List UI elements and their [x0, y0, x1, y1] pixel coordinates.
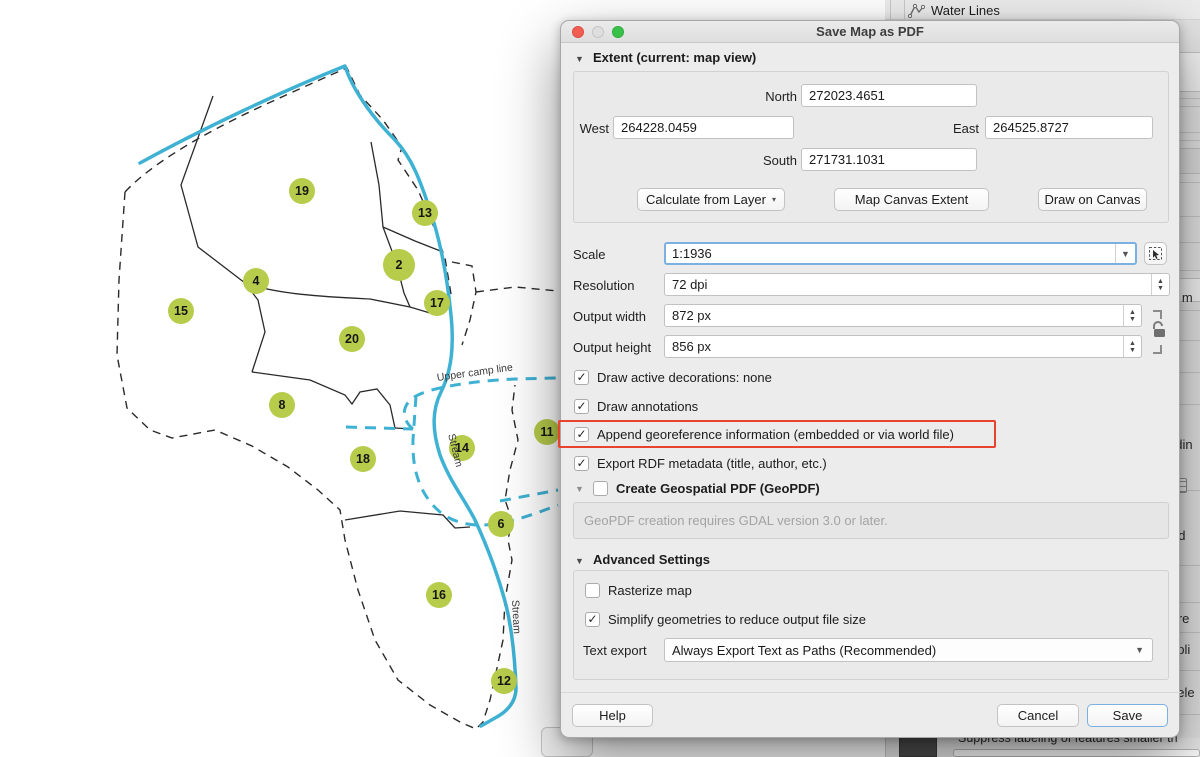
geopdf-note: GeoPDF creation requires GDAL version 3.… — [573, 502, 1169, 539]
checkbox[interactable] — [585, 583, 600, 598]
output-height-value: 856 px — [672, 339, 711, 354]
map-marker-4: 4 — [243, 268, 269, 294]
simplify-checkbox-row[interactable]: ✓ Simplify geometries to reduce output f… — [585, 612, 866, 627]
panel-divider — [904, 0, 905, 20]
east-label: East — [947, 121, 979, 136]
west-input[interactable]: 264228.0459 — [613, 116, 794, 139]
east-input[interactable]: 264525.8727 — [985, 116, 1153, 139]
save-button[interactable]: Save — [1087, 704, 1168, 727]
color-swatch[interactable] — [899, 736, 937, 757]
help-label: Help — [599, 708, 626, 723]
geopdf-checkbox-row[interactable]: Create Geospatial PDF (GeoPDF) — [593, 481, 820, 496]
draw-on-canvas-label: Draw on Canvas — [1044, 192, 1140, 207]
georeference-label: Append georeference information (embedde… — [597, 427, 954, 442]
text-export-label: Text export — [583, 643, 647, 658]
polyline-icon — [908, 3, 925, 18]
decorations-checkbox-row[interactable]: ✓ Draw active decorations: none — [574, 370, 772, 385]
output-width-input[interactable]: 872 px ▲▼ — [664, 304, 1142, 327]
set-scale-from-map-button[interactable] — [1144, 242, 1167, 265]
checkbox[interactable]: ✓ — [574, 456, 589, 471]
map-marker-12: 12 — [491, 668, 517, 694]
unlocked-padlock-icon[interactable] — [1151, 320, 1167, 338]
georeference-checkbox-row[interactable]: ✓ Append georeference information (embed… — [574, 427, 954, 442]
dialog-titlebar[interactable]: Save Map as PDF — [561, 21, 1179, 43]
resolution-value: 72 dpi — [672, 277, 707, 292]
output-width-value: 872 px — [672, 308, 711, 323]
map-marker-17: 17 — [424, 290, 450, 316]
spinner-arrows-icon[interactable]: ▲▼ — [1151, 274, 1169, 295]
text-export-dropdown[interactable]: Always Export Text as Paths (Recommended… — [664, 638, 1153, 662]
simplify-label: Simplify geometries to reduce output fil… — [608, 612, 866, 627]
link-bracket — [1153, 345, 1162, 354]
link-bracket — [1153, 310, 1162, 319]
map-canvas-extent-button[interactable]: Map Canvas Extent — [834, 188, 989, 211]
resolution-input[interactable]: 72 dpi ▲▼ — [664, 273, 1170, 296]
south-label: South — [717, 153, 797, 168]
checkbox[interactable] — [593, 481, 608, 496]
extent-section-header: Extent (current: map view) — [593, 50, 756, 65]
west-label: West — [575, 121, 609, 136]
annotations-checkbox-row[interactable]: ✓ Draw annotations — [574, 399, 698, 414]
layer-item-water-lines[interactable]: Water Lines — [908, 1, 1000, 19]
checkbox[interactable]: ✓ — [574, 427, 589, 442]
map-marker-11: 11 — [534, 419, 560, 445]
map-marker-6: 6 — [488, 511, 514, 537]
map-marker-13: 13 — [412, 200, 438, 226]
geopdf-label: Create Geospatial PDF (GeoPDF) — [616, 481, 820, 496]
resolution-label: Resolution — [573, 278, 634, 293]
map-marker-18: 18 — [350, 446, 376, 472]
scale-combobox[interactable]: 1:1936 ▼ — [664, 242, 1137, 265]
dropdown-arrow-icon: ▾ — [772, 195, 776, 204]
spinner-arrows-icon[interactable]: ▲▼ — [1123, 305, 1141, 326]
spinner-arrows-icon[interactable]: ▲▼ — [1123, 336, 1141, 357]
output-height-label: Output height — [573, 340, 651, 355]
checkbox[interactable]: ✓ — [585, 612, 600, 627]
geopdf-collapse-triangle-icon[interactable]: ▼ — [575, 484, 584, 494]
south-input[interactable]: 271731.1031 — [801, 148, 977, 171]
calculate-from-layer-label: Calculate from Layer — [646, 192, 766, 207]
scale-label: Scale — [573, 247, 606, 262]
draw-on-canvas-button[interactable]: Draw on Canvas — [1038, 188, 1147, 211]
scale-value: 1:1936 — [672, 246, 712, 261]
output-height-input[interactable]: 856 px ▲▼ — [664, 335, 1142, 358]
calculate-from-layer-button[interactable]: Calculate from Layer ▾ — [637, 188, 785, 211]
rasterize-checkbox-row[interactable]: Rasterize map — [585, 583, 692, 598]
dialog-title: Save Map as PDF — [561, 24, 1179, 39]
chevron-down-icon[interactable]: ▼ — [1115, 244, 1135, 263]
panel-divider — [890, 0, 891, 20]
cancel-button[interactable]: Cancel — [997, 704, 1079, 727]
rdf-checkbox-row[interactable]: ✓ Export RDF metadata (title, author, et… — [574, 456, 827, 471]
map-marker-20: 20 — [339, 326, 365, 352]
checkbox[interactable]: ✓ — [574, 399, 589, 414]
cancel-label: Cancel — [1018, 708, 1058, 723]
north-input[interactable]: 272023.4651 — [801, 84, 977, 107]
advanced-section-header: Advanced Settings — [593, 552, 710, 567]
stream-line — [140, 66, 516, 726]
collapse-triangle-icon[interactable]: ▼ — [575, 54, 584, 64]
text-export-value: Always Export Text as Paths (Recommended… — [672, 643, 936, 658]
save-map-as-pdf-dialog: Save Map as PDF ▼ Extent (current: map v… — [560, 20, 1180, 738]
layer-label: Water Lines — [931, 3, 1000, 18]
checkbox[interactable]: ✓ — [574, 370, 589, 385]
screen: 191324151720818141161612 Upper camp line… — [0, 0, 1200, 757]
map-canvas-extent-label: Map Canvas Extent — [855, 192, 968, 207]
output-width-label: Output width — [573, 309, 646, 324]
map-marker-19: 19 — [289, 178, 315, 204]
background-input[interactable] — [953, 749, 1200, 757]
map-marker-15: 15 — [168, 298, 194, 324]
north-label: North — [717, 89, 797, 104]
cursor-icon — [1149, 247, 1162, 260]
annotations-label: Draw annotations — [597, 399, 698, 414]
map-marker-8: 8 — [269, 392, 295, 418]
advanced-collapse-triangle-icon[interactable]: ▼ — [575, 556, 584, 566]
save-label: Save — [1113, 708, 1143, 723]
chevron-down-icon: ▼ — [1135, 645, 1144, 655]
decorations-label: Draw active decorations: none — [597, 370, 772, 385]
rdf-label: Export RDF metadata (title, author, etc.… — [597, 456, 827, 471]
rasterize-label: Rasterize map — [608, 583, 692, 598]
map-marker-2: 2 — [383, 249, 415, 281]
map-marker-16: 16 — [426, 582, 452, 608]
help-button[interactable]: Help — [572, 704, 653, 727]
map-line-label: Stream — [509, 600, 523, 634]
